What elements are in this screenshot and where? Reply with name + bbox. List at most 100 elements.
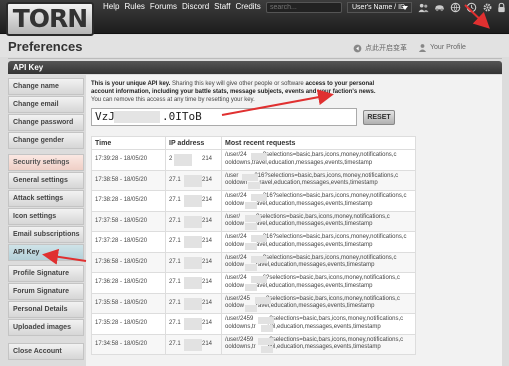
- car-icon[interactable]: [434, 2, 445, 13]
- nav-credits[interactable]: Credits: [235, 2, 260, 12]
- lock-icon[interactable]: [496, 2, 507, 13]
- table-row: 17:36:28 - 18/05/20 27.1 214/user/24 6?sele…: [91, 272, 416, 294]
- back-arrow-icon: [353, 44, 362, 52]
- reset-key-button[interactable]: RESET: [363, 110, 395, 125]
- req-path-a: /user/: [225, 213, 241, 220]
- clock-icon[interactable]: [466, 2, 477, 13]
- ip-end: 214: [202, 238, 213, 244]
- sidebar-item-icon-settings[interactable]: Icon settings: [8, 208, 84, 225]
- api-key-start: VzJ: [95, 110, 115, 123]
- sidebar-item-uploaded-images[interactable]: Uploaded images: [8, 319, 84, 336]
- req-path-c: ooldow: [225, 241, 245, 248]
- cell-requests: /user/24 ?selections=basic,bars,icons,mon…: [221, 149, 416, 171]
- req-path-c: ooldow: [225, 221, 245, 228]
- torn-logo[interactable]: TORN: [6, 2, 94, 36]
- cell-time: 17:35:58 - 18/05/20: [91, 292, 166, 314]
- req-path-c: ooldowns,travel,education,messages,event…: [225, 159, 373, 166]
- req-path-c: ooldow: [225, 262, 245, 269]
- ip-end: 214: [202, 279, 213, 285]
- table-row: 17:37:58 - 18/05/20 27.1 214/user/ ?selecti…: [91, 210, 416, 232]
- table-row: 17:39:28 - 18/05/20 2 214/user/24 ?selectio…: [91, 149, 416, 171]
- user-menu-dropdown[interactable]: User's Name / ID: [347, 2, 412, 13]
- cell-requests: /user 216?selections=basic,bars,icons,mon…: [221, 169, 416, 191]
- cell-time: 17:34:58 - 18/05/20: [91, 333, 166, 355]
- redaction: [184, 297, 203, 310]
- sidebar-item-change-gender[interactable]: Change gender: [8, 132, 84, 149]
- req-path-d: vel,education,messages,events,timestamp: [267, 323, 381, 330]
- nav-staff[interactable]: Staff: [214, 2, 230, 12]
- sidebar-item-change-name[interactable]: Change name: [8, 78, 84, 95]
- cell-time: 17:38:58 - 18/05/20: [91, 169, 166, 191]
- req-path-a: /user/2459: [225, 336, 254, 343]
- header-link-left[interactable]: 点此开启变革: [353, 43, 407, 53]
- ip-end: 214: [202, 340, 213, 347]
- cell-requests: /user/2459 ?selections=basic,bars,icons,m…: [221, 313, 416, 335]
- sidebar-item-forum-signature[interactable]: Forum Signature: [8, 283, 84, 300]
- redaction: [173, 154, 192, 166]
- api-key-field[interactable]: VzJ .0IToB: [91, 108, 357, 126]
- req-path-c: ooldowns,tr: [225, 344, 256, 351]
- nav-help[interactable]: Help: [103, 2, 119, 12]
- cell-time: 17:37:58 - 18/05/20: [91, 210, 166, 232]
- cell-requests: /user/ ?selections=basic,bars,icons,money…: [221, 210, 416, 232]
- ip-end: 214: [202, 299, 213, 306]
- api-key-redaction: [114, 111, 160, 123]
- gear-icon[interactable]: [482, 2, 493, 13]
- top-nav: Help Rules Forums Discord Staff Credits: [103, 2, 261, 12]
- redaction: [244, 263, 257, 271]
- req-path-b: 216?selections=basic,bars,icons,money,no…: [254, 172, 399, 179]
- search-input[interactable]: [266, 2, 342, 13]
- nav-rules[interactable]: Rules: [124, 2, 144, 12]
- panel-title: API Key: [8, 61, 502, 74]
- table-row: 17:35:58 - 18/05/20 27.1 214/user/245 ?sele…: [91, 292, 416, 314]
- table-row: 17:34:58 - 18/05/20 27.1 214/user/2459 ?sel…: [91, 333, 416, 355]
- req-path-b: ?selections=basic,bars,icons,money,notif…: [256, 213, 390, 220]
- sidebar-item-general-settings[interactable]: General settings: [8, 172, 84, 189]
- req-path-d: avel,education,messages,events,timestamp: [256, 200, 373, 207]
- ip-start: 27.1: [169, 279, 181, 285]
- sidebar-item-email-subscriptions[interactable]: Email subscriptions: [8, 226, 84, 243]
- redaction: [258, 337, 274, 345]
- redaction: [258, 317, 274, 324]
- sidebar-item-attack-settings[interactable]: Attack settings: [8, 190, 84, 207]
- cell-ip: 27.1 214: [165, 251, 222, 273]
- redaction: [244, 222, 257, 230]
- req-path-a: /user/24: [225, 193, 247, 200]
- redaction: [244, 284, 257, 291]
- redaction: [184, 256, 203, 269]
- sidebar-item-api-key[interactable]: API Key: [8, 244, 84, 261]
- header-link-left-label: 点此开启变革: [365, 45, 407, 52]
- req-path-a: /user/24: [225, 254, 247, 261]
- preferences-sidebar: Change name Change email Change password…: [8, 75, 84, 366]
- cell-ip: 27.1 214: [165, 292, 222, 314]
- table-row: 17:35:28 - 18/05/20 27.1 214/user/2459 ?sel…: [91, 313, 416, 335]
- sidebar-item-personal-details[interactable]: Personal Details: [8, 301, 84, 318]
- ip-start: 2: [169, 156, 173, 162]
- req-path-b: ?selections=basic,bars,icons,money,notif…: [262, 152, 397, 159]
- sidebar-item-close-account[interactable]: Close Account: [8, 343, 84, 360]
- col-requests: Most recent requests: [221, 136, 416, 150]
- redaction: [261, 325, 274, 332]
- req-path-b: ?selections=basic,bars,icons,money,notif…: [269, 336, 404, 343]
- people-icon[interactable]: [418, 2, 429, 13]
- nav-forums[interactable]: Forums: [150, 2, 177, 12]
- nav-discord[interactable]: Discord: [182, 2, 209, 12]
- sidebar-item-security-settings[interactable]: Security settings: [8, 154, 84, 171]
- req-path-d: vel,education,messages,events,timestamp: [267, 344, 381, 351]
- sidebar-item-profile-signature[interactable]: Profile Signature: [8, 265, 84, 282]
- redaction: [184, 338, 203, 351]
- sidebar-item-change-password[interactable]: Change password: [8, 114, 84, 131]
- redaction: [184, 236, 203, 248]
- req-path-b: 6?selections=basic,bars,icons,money,noti…: [262, 275, 400, 282]
- ip-start: 27.1: [169, 340, 181, 347]
- redaction: [248, 181, 261, 189]
- cell-requests: /user/2459 ?selections=basic,bars,icons,m…: [221, 333, 416, 355]
- your-profile-link[interactable]: Your Profile: [418, 43, 466, 52]
- profile-icon: [418, 44, 427, 52]
- sidebar-item-change-email[interactable]: Change email: [8, 96, 84, 113]
- req-path-c: ooldowns,tr: [225, 323, 256, 330]
- cell-ip: 27.1 214: [165, 190, 222, 212]
- globe-icon[interactable]: [450, 2, 461, 13]
- ip-start: 27.1: [169, 299, 181, 306]
- cell-time: 17:37:28 - 18/05/20: [91, 231, 166, 253]
